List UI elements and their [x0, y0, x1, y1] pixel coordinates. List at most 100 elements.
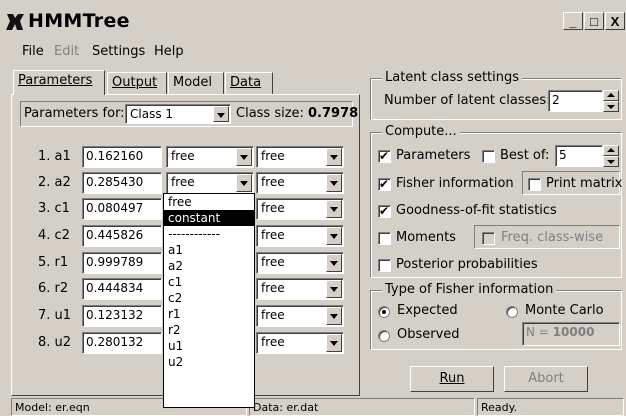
maximize-button[interactable]: □: [584, 12, 604, 30]
abort-button[interactable]: Abort: [504, 366, 588, 392]
constraint-dropdown-list[interactable]: free constant ------------ a1 a2 c1 c2 r1 r2 u1 u2: [163, 193, 255, 408]
abort-label: Abort: [528, 371, 564, 386]
posterior-checkbox[interactable]: [378, 259, 391, 272]
class-select[interactable]: Class 1: [125, 104, 231, 124]
param-value-input[interactable]: 0.280132: [82, 332, 162, 354]
class-constraint-select[interactable]: free: [256, 305, 344, 327]
class-constraint-select[interactable]: free: [256, 198, 344, 220]
best-of-checkbox[interactable]: [482, 150, 495, 163]
monte-carlo-radio[interactable]: [506, 306, 518, 318]
chevron-down-icon[interactable]: [326, 148, 342, 166]
class-constraint-select[interactable]: free: [256, 278, 344, 300]
constraint-select[interactable]: free: [166, 172, 254, 194]
run-label: Run: [439, 371, 465, 386]
class-constraint-select[interactable]: free: [256, 172, 344, 194]
class-constraint-select-value: free: [261, 255, 285, 269]
freq-classwise-label: Freq. class-wise: [501, 230, 604, 245]
title-bar: HMMTree _ □ X: [0, 0, 626, 40]
class-constraint-select[interactable]: free: [256, 146, 344, 168]
n-value: 10000: [552, 325, 595, 339]
param-value-input[interactable]: 0.445826: [82, 225, 162, 247]
print-matrix-checkbox[interactable]: [528, 178, 541, 191]
menu-settings[interactable]: Settings: [92, 44, 145, 59]
tab-parameters[interactable]: Parameters: [13, 70, 105, 95]
best-of-value: 5: [559, 148, 567, 162]
constraint-select-value: free: [171, 149, 195, 163]
menu-help[interactable]: Help: [154, 44, 184, 59]
param-value: 0.080497: [86, 201, 144, 215]
class-constraint-select-value: free: [261, 335, 285, 349]
best-of-spinner[interactable]: [603, 145, 619, 167]
spin-up-icon[interactable]: [603, 145, 619, 156]
close-button[interactable]: X: [605, 12, 625, 30]
minimize-button[interactable]: _: [563, 12, 583, 30]
menu-edit[interactable]: Edit: [54, 44, 79, 59]
chevron-down-icon[interactable]: [326, 307, 342, 325]
chevron-down-icon[interactable]: [326, 200, 342, 218]
tab-output[interactable]: Output: [107, 72, 167, 94]
param-value: 0.285430: [86, 175, 144, 189]
constraint-select[interactable]: free: [166, 146, 254, 168]
n-samples-field[interactable]: N = 10000: [522, 322, 620, 346]
param-value-input[interactable]: 0.162160: [82, 146, 162, 168]
param-value: 0.444834: [86, 281, 144, 295]
dropdown-option[interactable]: u2: [164, 354, 254, 370]
dropdown-option[interactable]: ------------: [164, 226, 254, 242]
expected-radio[interactable]: [378, 306, 390, 318]
latent-class-title: Latent class settings: [382, 70, 523, 85]
chevron-down-icon[interactable]: [326, 227, 342, 245]
best-of-input[interactable]: 5: [555, 145, 603, 167]
class-constraint-select[interactable]: free: [256, 332, 344, 354]
dropdown-option[interactable]: a2: [164, 258, 254, 274]
param-value-input[interactable]: 0.999789: [82, 252, 162, 274]
param-row-label: 5. r1: [38, 255, 69, 270]
chevron-down-icon[interactable]: [326, 174, 342, 192]
run-button[interactable]: Run: [410, 366, 494, 392]
spin-down-icon[interactable]: [603, 156, 619, 167]
chevron-down-icon[interactable]: [326, 280, 342, 298]
class-constraint-select[interactable]: free: [256, 225, 344, 247]
num-latent-spinner[interactable]: [603, 90, 619, 112]
fisher-type-title: Type of Fisher information: [382, 282, 557, 297]
class-constraint-select[interactable]: free: [256, 252, 344, 274]
menu-bar: File Edit Settings Help: [0, 42, 626, 62]
num-latent-input[interactable]: 2: [548, 90, 603, 112]
spin-down-icon[interactable]: [603, 101, 619, 112]
dropdown-option[interactable]: r1: [164, 306, 254, 322]
moments-checkbox[interactable]: [378, 232, 391, 245]
param-value-input[interactable]: 0.444834: [82, 278, 162, 300]
param-value-input[interactable]: 0.285430: [82, 172, 162, 194]
tab-label: Parameters: [18, 73, 93, 88]
param-value-input[interactable]: 0.080497: [82, 198, 162, 220]
status-state: Ready.: [477, 398, 624, 416]
spin-up-icon[interactable]: [603, 90, 619, 101]
tab-data[interactable]: Data: [225, 72, 273, 94]
observed-label: Observed: [397, 327, 460, 342]
parameters-label: Parameters: [396, 148, 471, 163]
dropdown-option[interactable]: c2: [164, 290, 254, 306]
chevron-down-icon[interactable]: [326, 254, 342, 272]
param-row-label: 4. c2: [38, 228, 70, 243]
dropdown-option[interactable]: c1: [164, 274, 254, 290]
tab-model[interactable]: Model: [168, 72, 224, 94]
dropdown-option[interactable]: constant: [164, 210, 254, 226]
parameters-checkbox[interactable]: [378, 148, 391, 164]
param-value: 0.123132: [86, 308, 144, 322]
class-constraint-select-value: free: [261, 149, 285, 163]
goodness-checkbox[interactable]: [378, 203, 391, 219]
chevron-down-icon[interactable]: [213, 106, 229, 122]
chevron-down-icon[interactable]: [236, 148, 252, 166]
dropdown-option[interactable]: a1: [164, 242, 254, 258]
dropdown-option[interactable]: u1: [164, 338, 254, 354]
menu-file[interactable]: File: [22, 44, 44, 59]
chevron-down-icon[interactable]: [326, 334, 342, 352]
dropdown-option[interactable]: free: [164, 194, 254, 210]
freq-classwise-checkbox[interactable]: [482, 232, 495, 245]
num-latent-label: Number of latent classes:: [384, 93, 551, 108]
dropdown-option[interactable]: r2: [164, 322, 254, 338]
param-value-input[interactable]: 0.123132: [82, 305, 162, 327]
chevron-down-icon[interactable]: [236, 174, 252, 192]
fisher-checkbox[interactable]: [378, 176, 391, 192]
observed-radio[interactable]: [378, 330, 390, 342]
parameters-for-label: Parameters for:: [24, 106, 125, 121]
